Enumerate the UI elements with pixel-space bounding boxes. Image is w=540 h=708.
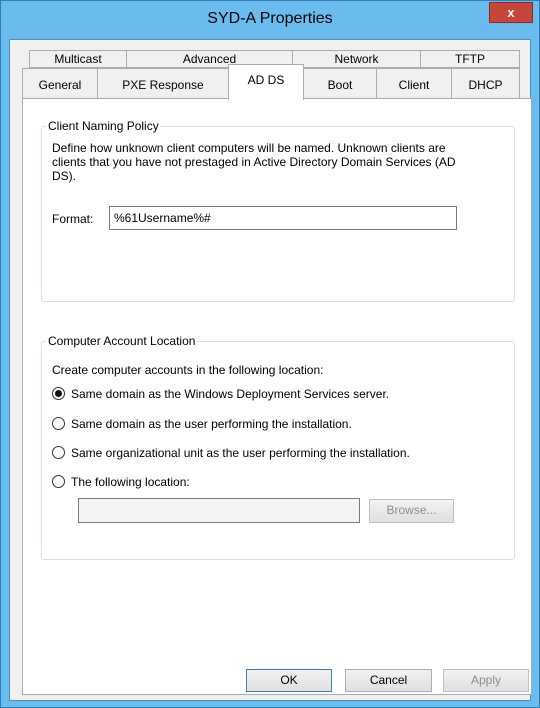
tab-client[interactable]: Client — [376, 68, 452, 99]
tab-label: DHCP — [468, 78, 503, 92]
location-input[interactable] — [78, 498, 360, 523]
tab-dhcp[interactable]: DHCP — [451, 68, 520, 99]
naming-policy-description: Define how unknown client computers will… — [52, 141, 456, 183]
tab-label: Network — [334, 52, 379, 66]
dialog-client-area: Multicast Advanced Network TFTP General … — [9, 39, 532, 701]
radio-same-domain-user[interactable] — [52, 417, 65, 430]
close-button[interactable]: x — [489, 2, 533, 23]
option-label[interactable]: Same domain as the Windows Deployment Se… — [71, 387, 389, 401]
cancel-button[interactable]: Cancel — [345, 669, 432, 692]
format-label: Format: — [52, 212, 94, 226]
apply-button[interactable]: Apply — [443, 669, 529, 692]
properties-window: SYD-A Properties x Multicast Advanced Ne… — [0, 0, 540, 708]
tab-pxe-response[interactable]: PXE Response — [97, 68, 229, 99]
tab-label: TFTP — [455, 52, 485, 66]
computer-account-location-group: Computer Account Location Create compute… — [41, 334, 515, 560]
ad-ds-tab-panel: Client Naming Policy Define how unknown … — [22, 98, 532, 695]
radio-same-domain-wds-server[interactable] — [52, 387, 65, 400]
option-label[interactable]: Same domain as the user performing the i… — [71, 417, 352, 431]
tab-label: PXE Response — [122, 78, 204, 92]
option-label[interactable]: Same organizational unit as the user per… — [71, 446, 410, 460]
group-title: Client Naming Policy — [46, 119, 161, 133]
tab-label: Multicast — [54, 52, 102, 66]
tab-general[interactable]: General — [22, 68, 98, 99]
window-title: SYD-A Properties — [207, 10, 333, 27]
title-bar[interactable]: SYD-A Properties x — [1, 1, 539, 39]
ok-button[interactable]: OK — [246, 669, 332, 692]
tab-label: General — [38, 78, 82, 92]
tab-tftp[interactable]: TFTP — [420, 50, 520, 68]
client-naming-policy-group: Client Naming Policy Define how unknown … — [41, 119, 515, 302]
radio-same-ou-user[interactable] — [52, 446, 65, 459]
radio-following-location[interactable] — [52, 475, 65, 488]
tab-multicast[interactable]: Multicast — [29, 50, 127, 68]
tab-boot[interactable]: Boot — [303, 68, 377, 99]
tab-label: AD DS — [247, 73, 285, 87]
tab-network[interactable]: Network — [292, 50, 421, 68]
tab-label: Boot — [327, 78, 353, 92]
option-label[interactable]: The following location: — [71, 475, 190, 489]
format-input[interactable] — [109, 206, 457, 230]
close-icon: x — [507, 5, 515, 20]
browse-button[interactable]: Browse... — [369, 499, 454, 523]
tab-label: Client — [398, 78, 430, 92]
location-instruction: Create computer accounts in the followin… — [52, 363, 324, 377]
tab-ad-ds[interactable]: AD DS — [228, 64, 304, 100]
group-title: Computer Account Location — [46, 334, 198, 348]
